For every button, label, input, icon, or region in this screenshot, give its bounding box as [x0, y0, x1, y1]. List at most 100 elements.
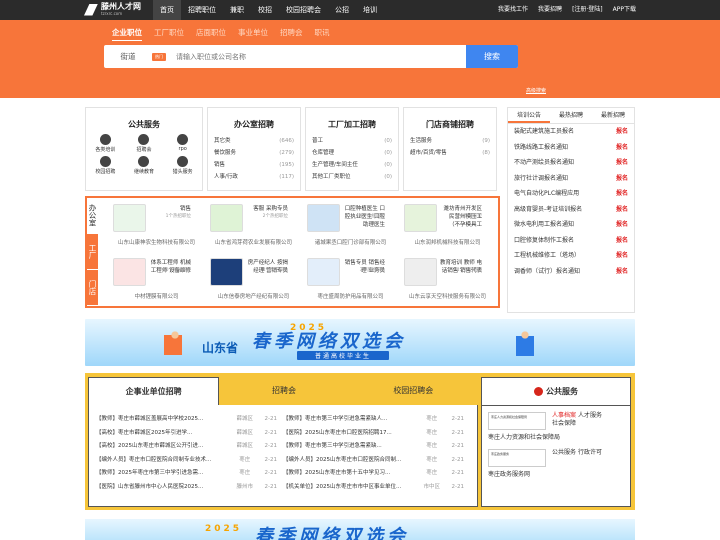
list-item[interactable]: 高级育婴员-考证培训报名 报名	[514, 202, 628, 218]
campus-icon	[99, 156, 111, 167]
nav-training[interactable]: 培训	[356, 0, 384, 20]
headhunt-icon	[177, 156, 189, 167]
list-item[interactable]: 【教师】枣庄市第三中学引进急需紧缺人... 枣庄 2-21	[283, 413, 464, 427]
list-item[interactable]: 其他工厂类职位 (0)	[312, 171, 392, 183]
list-item[interactable]: 不动产测绘员报名通知 报名	[514, 155, 628, 171]
tab-shop[interactable]: 店面职位	[196, 27, 226, 41]
app-download-link[interactable]: APP下载	[613, 0, 636, 20]
list-item[interactable]: 生产管理/车间主任 (0)	[312, 159, 392, 171]
office-card: 办公室招聘 其它类 (646) 餐饮服务 (279) 销售 (195) 人事/行政 (1…	[207, 107, 301, 191]
tab-factory[interactable]: 工厂职位	[154, 27, 184, 41]
company-logo	[210, 204, 243, 232]
service-campus[interactable]: 校园招聘	[86, 156, 125, 175]
graduates-illustration	[155, 323, 195, 363]
tab-office[interactable]: 办公室	[87, 198, 98, 234]
list-item[interactable]: 超市/百货/零售 (8)	[410, 147, 490, 159]
list-item[interactable]: 【教师】枣庄市第三中学引进急需紧缺... 枣庄 2-21	[283, 440, 464, 454]
job-card[interactable]: 教育培训 教师 电话销售 销售代表 4个热招职位 山东云享天空科技服务有限公司	[400, 254, 497, 304]
list-item[interactable]: 【高校】2025山东枣庄市薛城区公开引进... 薛城区 2-21	[96, 440, 277, 454]
advanced-search-link[interactable]: 高级搜索	[526, 87, 546, 94]
nav-jobs[interactable]: 招聘职位	[181, 0, 223, 20]
list-item[interactable]: 口腔修复体制作工报名 报名	[514, 233, 628, 249]
list-item[interactable]: 电气自动化PLC编程应用 报名	[514, 186, 628, 202]
brand-name: 滕州人才网	[101, 2, 141, 11]
hrss-link[interactable]: 枣庄人力资源和社会保障局 人事档案 人才服务 社会保障	[482, 406, 630, 430]
nav-home[interactable]: 首页	[153, 0, 181, 20]
service-fair[interactable]: 招聘会	[125, 134, 164, 153]
list-item[interactable]: 【编外人员】2025山东枣庄市口腔医院合同制... 枣庄 2-21	[283, 454, 464, 468]
list-item[interactable]: 销售 (195)	[214, 159, 294, 171]
services-title: 公共服务	[128, 120, 160, 129]
job-card[interactable]: 房产经纪人 按揭经理 营销专员 4个热招职位 山东信泰房地产经纪有限公司	[206, 254, 303, 304]
list-item[interactable]: 其它类 (646)	[214, 135, 294, 147]
tab-fair[interactable]: 招聘会	[280, 27, 303, 41]
tab-factory-jobs[interactable]: 工厂	[87, 234, 98, 270]
nav-campus[interactable]: 校招	[251, 0, 279, 20]
tab-institution[interactable]: 事业单位	[238, 27, 268, 41]
service-education[interactable]: 继续教育	[125, 156, 164, 175]
job-card[interactable]: 潍坊青州开发区民营州模压工（不孕模具工 2个热招职位 山东润邦机械科技有限公司	[400, 200, 497, 250]
service-training[interactable]: 各类培训	[86, 134, 125, 153]
company-logo	[307, 204, 340, 232]
banner-subtitle: 普通高校毕业生	[297, 351, 390, 360]
public-recruitment: 企事业单位招聘 招聘会 校园招聘会 【教师】枣庄市薛城区盖展高中学校2025..…	[85, 373, 635, 510]
list-item[interactable]: 微水电利用工报名通知 报名	[514, 217, 628, 233]
recruit-link[interactable]: 我要招聘	[538, 0, 562, 20]
list-item[interactable]: 【教师】2025山东枣庄市第十五中学见习... 枣庄 2-21	[283, 467, 464, 481]
tab-shop-jobs[interactable]: 门店	[87, 270, 98, 306]
job-card[interactable]: 体系工程师 机械工程师 设备维修 20个热招职位 中材锂膜有限公司	[109, 254, 206, 304]
company-logo	[113, 258, 146, 286]
list-item[interactable]: 旅行社计调报名通知 报名	[514, 171, 628, 187]
factory-card: 工厂加工招聘 普工 (0) 仓库管理 (0) 生产管理/车间主任 (0) 其他工厂类职…	[305, 107, 399, 191]
list-item[interactable]: 调香师（试行）报名通知 报名	[514, 264, 628, 280]
nav-campus-fair[interactable]: 校园招聘会	[279, 0, 328, 20]
list-item[interactable]: 【编外人员】枣庄市口腔医院合同制专业技术... 枣庄 2-21	[96, 454, 277, 468]
service-headhunt[interactable]: 猎头服务	[163, 156, 202, 175]
service-rpo[interactable]: rpo	[163, 134, 202, 153]
spring-fair-banner[interactable]: 2025 山东省 春季网络双选会 普通高校毕业生	[85, 319, 635, 366]
tab-news[interactable]: 职讯	[315, 27, 330, 41]
tab-training-notice[interactable]: 培训公告	[508, 108, 550, 123]
find-job-link[interactable]: 我要找工作	[498, 0, 528, 20]
company-logo	[307, 258, 340, 286]
list-item[interactable]: 铁路线路工报名通知 报名	[514, 140, 628, 156]
tab-enterprise[interactable]: 企业职位	[112, 27, 142, 41]
job-card[interactable]: 口腔种植医生 口腔执业医生 口腔助理医生 9个热招职位 诸城果丞口腔门诊部有限公司	[303, 200, 400, 250]
public-services-panel: 公共服务 枣庄人力资源和社会保障局 人事档案 人才服务 社会保障 枣庄人力资源和社…	[481, 377, 631, 507]
tab-public-jobs[interactable]: 企事业单位招聘	[88, 377, 220, 405]
job-card[interactable]: 销售 1个热招职位 山东山康神农生物科技有限公司	[109, 200, 206, 250]
job-card[interactable]: 客服 采购专员 2个热招职位 山东省鸿芽荷农业发展有限公司	[206, 200, 303, 250]
company-logo	[404, 258, 437, 286]
list-item[interactable]: 装配式建筑施工员报名 报名	[514, 124, 628, 140]
list-item[interactable]: 【高校】枣庄市薛城区2025年引进学... 薛城区 2-21	[96, 427, 277, 441]
search-tabs: 企业职位 工厂职位 店面职位 事业单位 招聘会 职讯	[112, 27, 342, 41]
list-item[interactable]: 工程机械维修工（塔场） 报名	[514, 248, 628, 264]
search-button[interactable]: 搜索	[466, 45, 518, 68]
factory-title: 工厂加工招聘	[328, 120, 376, 129]
list-item[interactable]: 【机关单位】2025山东枣庄市市中区事业单位... 市中区 2-21	[283, 481, 464, 495]
list-item[interactable]: 仓库管理 (0)	[312, 147, 392, 159]
list-item[interactable]: 人事/行政 (117)	[214, 171, 294, 183]
search-hero: 企业职位 工厂职位 店面职位 事业单位 招聘会 职讯 街道 热门 搜索 高级搜索…	[0, 20, 720, 112]
site-logo[interactable]: 滕州人才网 tzrxrc.com	[84, 3, 141, 16]
list-item[interactable]: 【教师】枣庄市薛城区盖展高中学校2025... 薛城区 2-21	[96, 413, 277, 427]
gov-service-logo: 枣庄政务服务	[488, 449, 546, 467]
list-item[interactable]: 餐饮服务 (279)	[214, 147, 294, 159]
nav-parttime[interactable]: 兼职	[223, 0, 251, 20]
login-link[interactable]: [注册·登陆]	[572, 0, 603, 20]
banner-year: 2025	[205, 524, 243, 534]
spring-fair-banner-bottom[interactable]: 2025 春季网络双选会	[85, 519, 635, 540]
list-item[interactable]: 生活服务 (9)	[410, 135, 490, 147]
tab-job-fair[interactable]: 招聘会	[219, 377, 348, 405]
list-item[interactable]: 普工 (0)	[312, 135, 392, 147]
tab-campus-fair[interactable]: 校园招聘会	[349, 377, 478, 405]
tab-new-recruit[interactable]: 最新招聘	[592, 108, 634, 123]
list-item[interactable]: 【医院】山东省滕州市中心人民医院2025... 滕州市 2-21	[96, 481, 277, 495]
tab-hot-recruit[interactable]: 最热招聘	[550, 108, 592, 123]
list-item[interactable]: 【教师】2025年枣庄市第三中学引进急需... 枣庄 2-21	[96, 467, 277, 481]
nav-public[interactable]: 公招	[328, 0, 356, 20]
city-select[interactable]: 街道	[104, 51, 152, 62]
job-card[interactable]: 销售专员 销售经理 业务员 3个热招职位 枣庄盛周防护用品有限公司	[303, 254, 400, 304]
gov-service-link[interactable]: 枣庄政务服务 公共服务 行政许可	[482, 443, 630, 467]
list-item[interactable]: 【医院】2025山东枣庄市口腔医院招聘17... 枣庄 2-21	[283, 427, 464, 441]
